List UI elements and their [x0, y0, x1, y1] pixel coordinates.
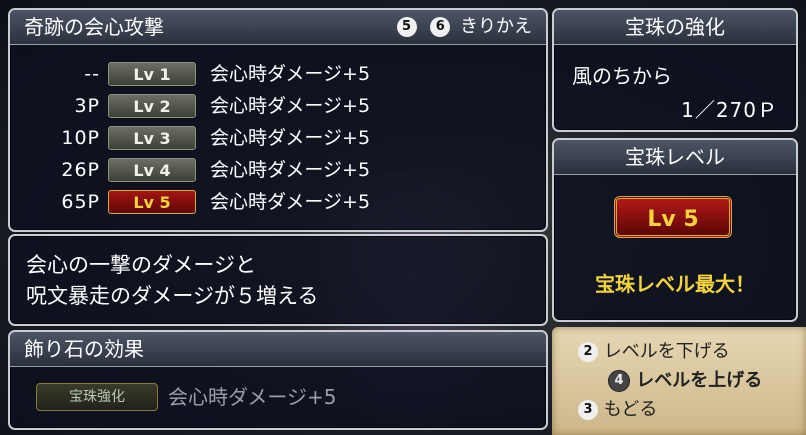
level-badge-active: Lv 5	[108, 190, 196, 214]
ornament-effect-text: 会心時ダメージ+5	[168, 385, 337, 409]
description-line-2: 呪文暴走のダメージが５増える	[26, 284, 319, 308]
level-list: -- Lv 1 会心時ダメージ+5 3P Lv 2 会心時ダメージ+5 10P …	[10, 45, 546, 225]
lower-level-label: レベルを下げる	[603, 341, 730, 362]
level-badge: Lv 2	[108, 94, 196, 118]
orb-level-badge: Lv 5	[614, 196, 732, 238]
lower-level-hint[interactable]: 2 レベルを下げる	[578, 337, 806, 366]
switch-label: きりかえ	[460, 16, 532, 37]
orb-enhance-title: 宝珠の強化	[625, 15, 725, 39]
level-effect: 会心時ダメージ+5	[210, 63, 371, 85]
level-badge: Lv 1	[108, 62, 196, 86]
description-panel: 会心の一撃のダメージと 呪文暴走のダメージが５増える	[8, 234, 548, 326]
level-effect: 会心時ダメージ+5	[210, 191, 371, 213]
switch-control[interactable]: 5 6 きりかえ	[396, 10, 532, 44]
level-effect: 会心時ダメージ+5	[210, 95, 371, 117]
skill-panel-header: 奇跡の会心攻撃 5 6 きりかえ	[10, 10, 546, 45]
level-cost: 3P	[74, 95, 100, 117]
level-effect: 会心時ダメージ+5	[210, 127, 371, 149]
orb-element: 風のちから	[572, 64, 672, 88]
ornament-effect-row: 宝珠強化 会心時ダメージ+5	[10, 367, 546, 427]
description-line-1: 会心の一撃のダメージと	[26, 253, 256, 277]
level-cost: 65P	[61, 191, 100, 213]
orb-level-title: 宝珠レベル	[625, 145, 725, 169]
back-hint[interactable]: 3 もどる	[578, 395, 806, 424]
button-5-icon: 5	[396, 17, 417, 37]
level-cost: 26P	[61, 159, 100, 181]
orb-level-panel: 宝珠レベル Lv 5 宝珠レベル最大！	[552, 138, 798, 322]
ornament-panel-header: 飾り石の効果	[10, 332, 546, 367]
raise-level-label: レベルを上げる	[636, 370, 763, 391]
ornament-panel: 飾り石の効果 宝珠強化 会心時ダメージ+5	[8, 330, 548, 430]
level-badge: Lv 3	[108, 126, 196, 150]
orb-enhance-badge: 宝珠強化	[36, 383, 158, 411]
back-label: もどる	[603, 399, 658, 420]
ornament-title: 飾り石の効果	[24, 337, 144, 361]
button-3-icon: 3	[578, 400, 598, 420]
orb-level-status: 宝珠レベル最大！	[595, 272, 755, 296]
level-cost: 10P	[61, 127, 100, 149]
skill-title: 奇跡の会心攻撃	[24, 15, 164, 39]
button-2-icon: 2	[578, 342, 598, 362]
raise-level-hint[interactable]: 4 レベルを上げる	[578, 366, 806, 395]
orb-points: 1／270Ｐ	[681, 98, 778, 122]
button-6-icon: 6	[430, 17, 451, 37]
control-hints: 2 レベルを下げる 4 レベルを上げる 3 もどる	[552, 327, 806, 435]
level-effect: 会心時ダメージ+5	[210, 159, 371, 181]
level-badge: Lv 4	[108, 158, 196, 182]
level-cost: --	[84, 63, 100, 85]
button-4-icon: 4	[608, 370, 630, 392]
orb-enhance-panel: 宝珠の強化 風のちから 1／270Ｐ	[552, 8, 798, 132]
skill-panel: 奇跡の会心攻撃 5 6 きりかえ -- Lv 1 会心時ダメージ+5 3P Lv…	[8, 8, 548, 232]
orb-enhance-header: 宝珠の強化	[554, 10, 796, 45]
orb-level-header: 宝珠レベル	[554, 140, 796, 175]
